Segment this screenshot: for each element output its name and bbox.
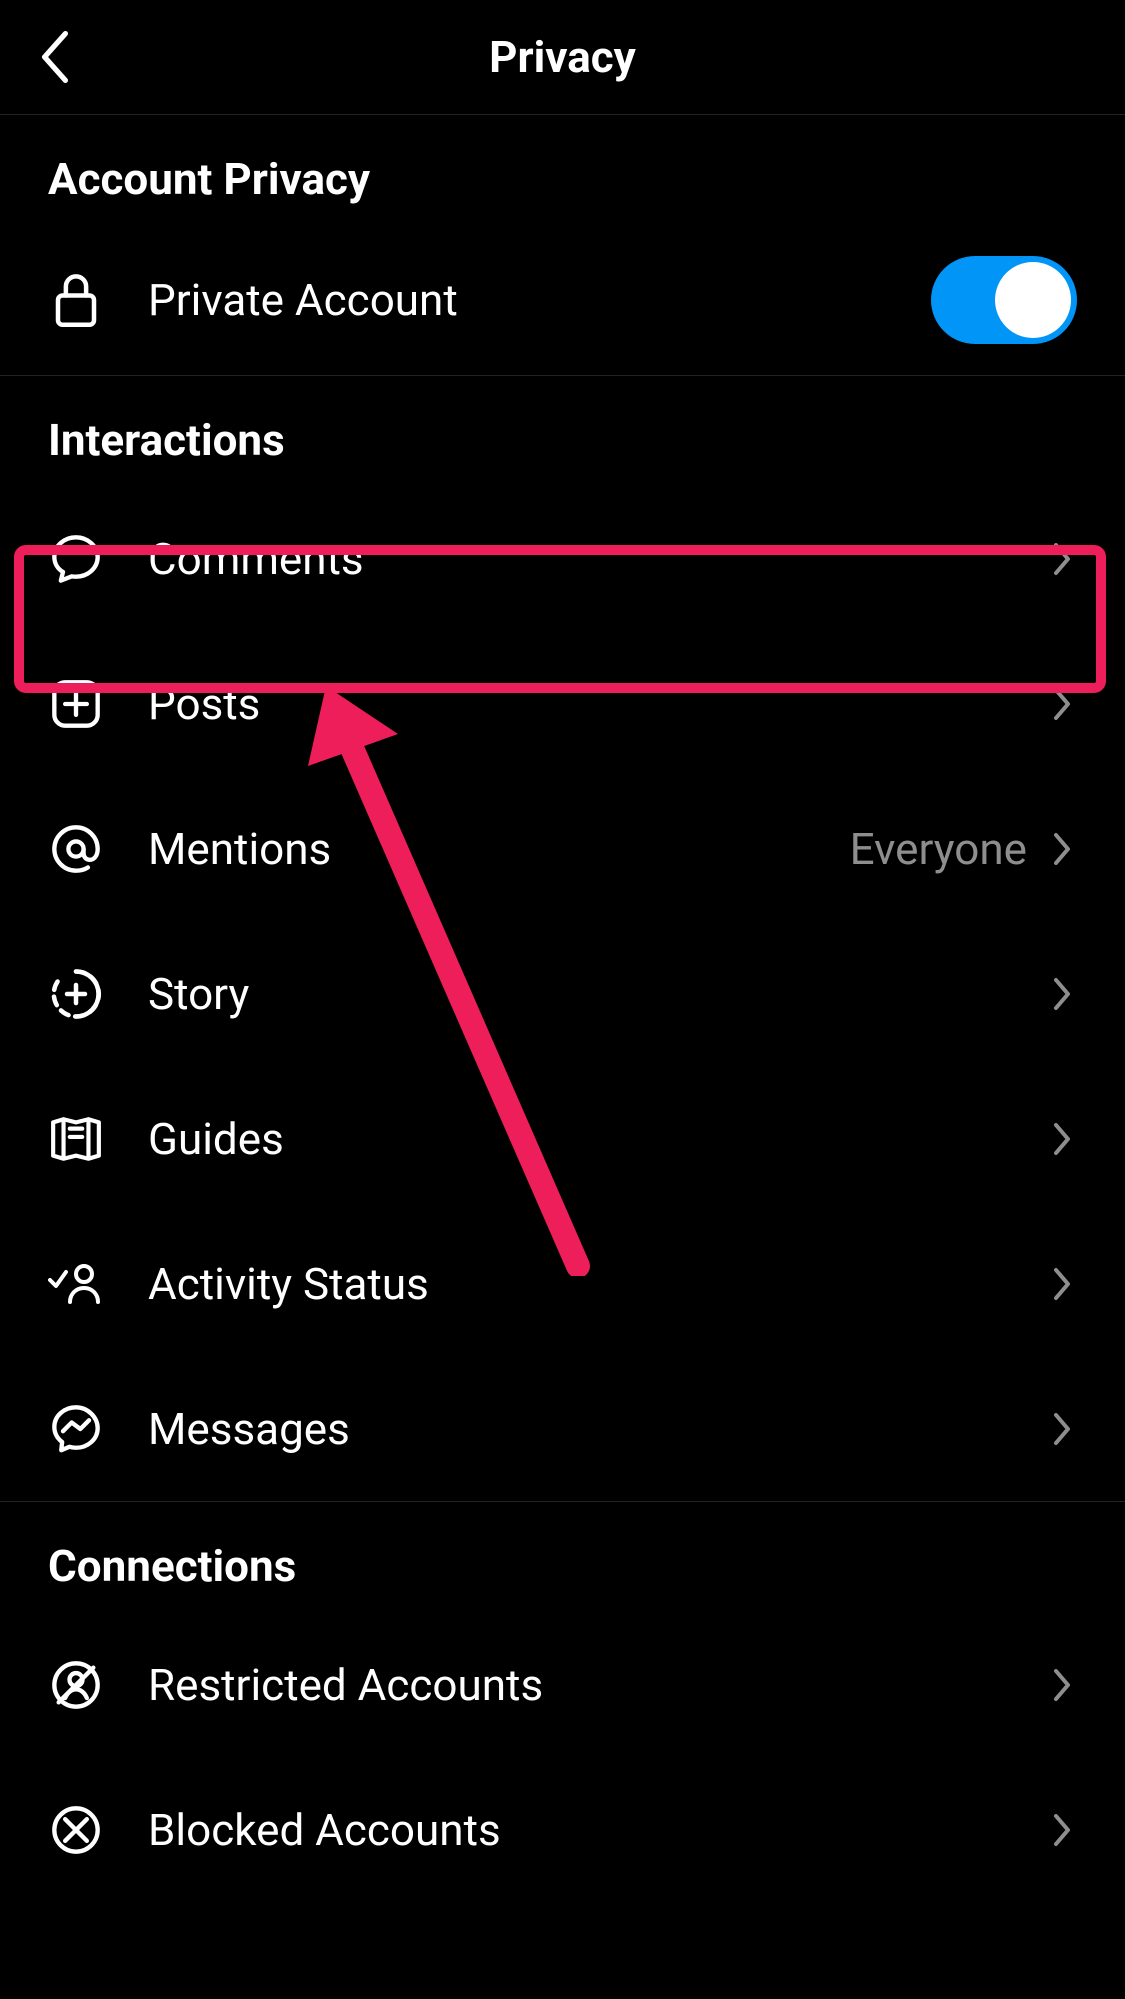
section-header-interactions: Interactions [0, 376, 1125, 486]
guides-icon [48, 1111, 104, 1167]
chevron-right-icon [1047, 979, 1077, 1009]
private-account-toggle[interactable] [931, 256, 1077, 344]
restricted-icon [48, 1657, 104, 1713]
messages-label: Messages [148, 1403, 1047, 1455]
comments-label: Comments [148, 533, 1047, 585]
chevron-right-icon [1047, 834, 1077, 864]
restricted-accounts-row[interactable]: Restricted Accounts [0, 1612, 1125, 1757]
activity-status-label: Activity Status [148, 1258, 1047, 1310]
blocked-accounts-label: Blocked Accounts [148, 1804, 1047, 1856]
at-icon [48, 821, 104, 877]
section-header-account-privacy: Account Privacy [0, 115, 1125, 225]
chevron-right-icon [1047, 544, 1077, 574]
back-button[interactable] [30, 32, 80, 82]
restricted-accounts-label: Restricted Accounts [148, 1659, 1047, 1711]
guides-row[interactable]: Guides [0, 1066, 1125, 1211]
private-account-row[interactable]: Private Account [0, 225, 1125, 375]
chevron-left-icon [38, 31, 72, 83]
blocked-icon [48, 1802, 104, 1858]
chevron-right-icon [1047, 689, 1077, 719]
mentions-value: Everyone [850, 823, 1027, 875]
messenger-icon [48, 1401, 104, 1457]
section-header-connections: Connections [0, 1502, 1125, 1612]
posts-row[interactable]: Posts [0, 631, 1125, 776]
activity-status-row[interactable]: Activity Status [0, 1211, 1125, 1356]
mentions-row[interactable]: Mentions Everyone [0, 776, 1125, 921]
comments-row[interactable]: Comments [0, 486, 1125, 631]
chevron-right-icon [1047, 1124, 1077, 1154]
story-row[interactable]: Story [0, 921, 1125, 1066]
story-label: Story [148, 968, 1047, 1020]
page-title: Privacy [489, 31, 636, 83]
mentions-label: Mentions [148, 823, 850, 875]
messages-row[interactable]: Messages [0, 1356, 1125, 1501]
plus-square-icon [48, 676, 104, 732]
guides-label: Guides [148, 1113, 1047, 1165]
chevron-right-icon [1047, 1815, 1077, 1845]
posts-label: Posts [148, 678, 1047, 730]
header: Privacy [0, 0, 1125, 115]
private-account-label: Private Account [148, 274, 931, 326]
chevron-right-icon [1047, 1414, 1077, 1444]
lock-icon [48, 272, 104, 328]
activity-status-icon [48, 1256, 104, 1312]
chevron-right-icon [1047, 1670, 1077, 1700]
story-plus-icon [48, 966, 104, 1022]
chevron-right-icon [1047, 1269, 1077, 1299]
blocked-accounts-row[interactable]: Blocked Accounts [0, 1757, 1125, 1902]
comment-icon [48, 531, 104, 587]
